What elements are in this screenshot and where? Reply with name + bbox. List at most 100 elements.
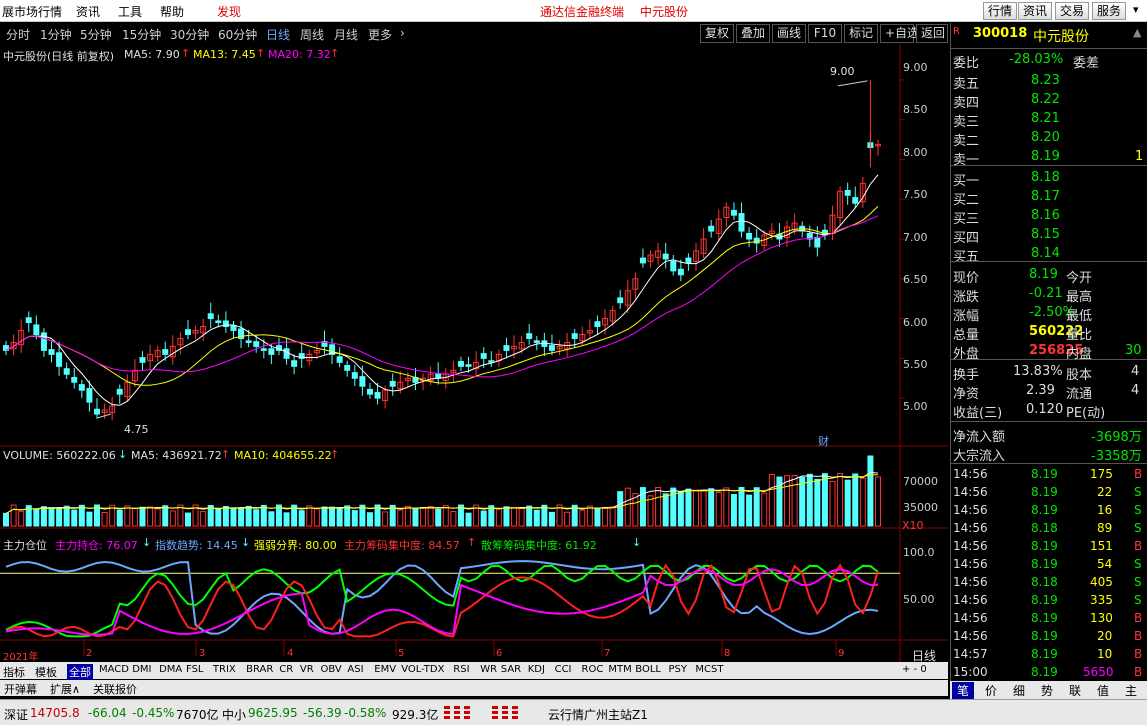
period-tab-60min[interactable]: 60分钟 [218,26,257,43]
indicator-tab-sar[interactable]: SAR [501,664,521,675]
add-watchlist-button[interactable]: +自选 [880,24,919,43]
indicator-tab-emv[interactable]: EMV [374,664,396,675]
quote-tab[interactable]: 价 [980,682,1002,699]
overlay-button[interactable]: 叠加 [736,24,770,43]
menu-expand-icon[interactable]: ▾ [1133,3,1139,16]
tick-side: B [1134,611,1143,625]
finance-marker[interactable]: 财 [818,433,829,449]
stat-value: 13.83% [1013,364,1063,379]
period-tab-intraday[interactable]: 分时 [6,26,30,43]
period-tab-monthly[interactable]: 月线 [334,26,358,43]
indicator-tab-fsl[interactable]: FSL [186,664,204,675]
period-tab-more[interactable]: 更多 [368,26,392,43]
ask-row: 卖二 8.20 [951,129,1147,149]
zoom-controls[interactable]: + - 0 [902,664,927,675]
quote-tab[interactable]: 细 [1008,682,1030,699]
indicator-tab-trix[interactable]: TRIX [213,664,236,675]
indicator-tab-obv[interactable]: OBV [321,664,342,675]
adjust-button[interactable]: 复权 [700,24,734,43]
volume-bar [215,509,222,527]
indicator-tab-brar[interactable]: BRAR [246,664,273,675]
price-tick: 5.00 [903,400,928,413]
quote-bottom-tabs: 笔价细势联值主 [950,681,1147,699]
menu-item-help[interactable]: 帮助 [160,3,184,20]
back-button[interactable]: 返回 [916,24,948,43]
related-quote-button[interactable]: 关联报价 [93,681,137,697]
x-label: 6 [496,648,503,659]
ask-row: 卖四 8.22 [951,91,1147,111]
tick-volume: 130 [1090,611,1113,625]
indicator-tab-asi[interactable]: ASI [347,664,363,675]
indicator-tab-roc[interactable]: ROC [582,664,604,675]
volume-bar [526,505,533,527]
volume-bar [533,509,540,527]
indicator-tab-[interactable]: 全部 [67,664,93,680]
period-tab-daily[interactable]: 日线 [266,26,290,43]
quote-tab[interactable]: 势 [1036,682,1058,699]
period-tab-weekly[interactable]: 周线 [300,26,324,43]
volume-bar [480,510,487,527]
indicator-tab-psy[interactable]: PSY [669,664,688,675]
indicator-tab-wr[interactable]: WR [480,664,497,675]
period-tab-5min[interactable]: 5分钟 [80,26,112,43]
volume-bar [184,512,191,527]
quote-tab[interactable]: 值 [1092,682,1114,699]
period-tab-15min[interactable]: 15分钟 [122,26,161,43]
server-name[interactable]: 云行情广州主站Z1 [548,706,648,723]
quote-tab[interactable]: 主 [1120,682,1142,699]
bid-price: 8.18 [1031,170,1060,185]
indicator-tab-boll[interactable]: BOLL [635,664,661,675]
indicator-tab-mcst[interactable]: MCST [695,664,723,675]
indicator-tab-[interactable]: 指标 [3,664,25,680]
quote-tab[interactable]: 联 [1064,682,1086,699]
indicator-tab-voltdx[interactable]: VOL-TDX [401,664,444,675]
mark-button[interactable]: 标记 [844,24,878,43]
danmaku-toggle[interactable]: 开弹幕 [4,681,37,697]
separator [951,463,1147,464]
kline-chart[interactable] [0,44,948,662]
indicator-tab-vr[interactable]: VR [300,664,314,675]
menu-item-info[interactable]: 资讯 [76,3,100,20]
volume-bar [412,507,419,527]
indicator-tab-rsi[interactable]: RSI [453,664,469,675]
indicator-tab-kdj[interactable]: KDJ [528,664,545,675]
stat-row: 现价 8.19 今开 [951,266,1147,286]
period-tab-30min[interactable]: 30分钟 [170,26,209,43]
tick-volume: 151 [1090,539,1113,553]
price-tick: 6.50 [903,273,928,286]
volume-bar [162,505,169,527]
tick-price: 8.19 [1031,611,1058,625]
indicator-tab-dmi[interactable]: DMI [132,664,151,675]
quote-tab[interactable]: 笔 [952,682,974,699]
volume-bar [351,510,358,527]
news-button[interactable]: 资讯 [1018,2,1053,20]
menu-item-discover[interactable]: 发现 [217,3,241,20]
collapse-icon[interactable]: ▲ [1133,26,1141,39]
draw-button[interactable]: 画线 [772,24,806,43]
expand-button[interactable]: 扩展∧ [50,681,80,697]
chevron-right-icon[interactable]: › [400,26,405,40]
volume-bar [86,511,93,527]
service-button[interactable]: 服务 [1092,2,1127,20]
indicator-tab-mtm[interactable]: MTM [608,664,631,675]
volume-ma5-arrow-icon: ↑ [221,448,231,461]
menu-item-tools[interactable]: 工具 [118,3,142,20]
tick-price: 8.18 [1031,521,1058,535]
candle-body [366,388,373,395]
volume-bar [33,508,40,527]
indicator-tab-[interactable]: 模板 [35,664,57,680]
trade-button[interactable]: 交易 [1055,2,1090,20]
indicator-tab-dma[interactable]: DMA [159,664,182,675]
candle-body [86,388,93,403]
indicator-tab-cci[interactable]: CCI [555,664,572,675]
separator [951,261,1147,262]
ma13-label: MA13: 7.45 [193,48,256,61]
indicator-tab-cr[interactable]: CR [279,664,293,675]
f10-button[interactable]: F10 [808,24,842,43]
ask-label: 卖五 [953,77,980,92]
indicator-tab-macd[interactable]: MACD [99,664,129,675]
quote-button[interactable]: 行情 [983,2,1018,20]
bid-label: 买五 [953,250,980,265]
period-tab-1min[interactable]: 1分钟 [40,26,72,43]
tick-time: 14:56 [953,557,988,571]
